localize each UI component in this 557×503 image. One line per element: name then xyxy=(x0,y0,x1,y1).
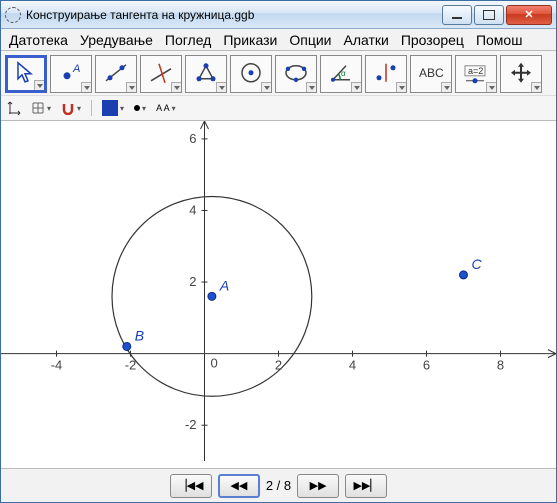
minimize-button[interactable] xyxy=(442,5,472,25)
graphics-view[interactable]: -4-22468-22460ABC xyxy=(1,121,556,468)
nav-last-button[interactable]: ▶▶▏ xyxy=(345,474,387,498)
svg-text:0: 0 xyxy=(211,356,218,371)
tool-circle-center[interactable] xyxy=(230,55,272,93)
menu-edit[interactable]: Уредување xyxy=(74,30,159,50)
magnet-icon xyxy=(61,101,75,115)
svg-text:α: α xyxy=(341,69,346,78)
axes-icon xyxy=(7,101,21,115)
menu-tools[interactable]: Алатки xyxy=(337,30,394,50)
svg-text:8: 8 xyxy=(497,358,504,373)
style-toolbar: ▾ ▾ ▾ ▾ A A ▾ xyxy=(1,95,556,121)
tool-move-view[interactable] xyxy=(500,55,542,93)
nav-prev-button[interactable]: ◀◀ xyxy=(218,474,260,498)
tool-move[interactable] xyxy=(5,55,47,93)
svg-text:6: 6 xyxy=(423,358,430,373)
tool-perpendicular[interactable] xyxy=(140,55,182,93)
svg-text:-4: -4 xyxy=(51,358,63,373)
axes-toggle[interactable] xyxy=(7,101,21,115)
svg-text:a=2: a=2 xyxy=(468,66,483,76)
color-picker[interactable]: ▾ xyxy=(102,100,124,116)
construction-nav: ▕◀◀ ◀◀ 2 / 8 ▶▶ ▶▶▏ xyxy=(1,468,556,502)
menubar: Датотека Уредување Поглед Прикази Опции … xyxy=(1,29,556,51)
window-title: Конструирање тангента на кружница.ggb xyxy=(26,8,442,22)
nav-next-button[interactable]: ▶▶ xyxy=(297,474,339,498)
tool-polygon[interactable] xyxy=(185,55,227,93)
tool-circle-3pts[interactable] xyxy=(275,55,317,93)
menu-view[interactable]: Поглед xyxy=(159,30,217,50)
main-toolbar: A α ABC xyxy=(1,51,556,95)
label-icon: A A xyxy=(156,103,170,113)
maximize-button[interactable] xyxy=(474,5,504,25)
svg-text:6: 6 xyxy=(189,131,196,146)
tool-angle[interactable]: α xyxy=(320,55,362,93)
svg-text:A: A xyxy=(219,277,229,293)
svg-text:A: A xyxy=(72,63,80,75)
svg-text:4: 4 xyxy=(349,358,356,373)
menu-perspectives[interactable]: Прикази xyxy=(217,30,283,50)
menu-help[interactable]: Помош xyxy=(470,30,529,50)
app-window: Конструирање тангента на кружница.ggb Да… xyxy=(0,0,557,503)
svg-text:2: 2 xyxy=(189,274,196,289)
svg-text:ABC: ABC xyxy=(419,66,444,80)
nav-first-button[interactable]: ▕◀◀ xyxy=(170,474,212,498)
grid-icon xyxy=(31,101,45,115)
close-button[interactable] xyxy=(506,5,552,25)
svg-text:4: 4 xyxy=(189,202,196,217)
svg-text:B: B xyxy=(135,327,144,343)
capture-toggle[interactable]: ▾ xyxy=(61,101,81,115)
dot-icon xyxy=(134,105,140,111)
menu-file[interactable]: Датотека xyxy=(3,30,74,50)
tool-text[interactable]: ABC xyxy=(410,55,452,93)
color-swatch xyxy=(102,100,118,116)
menu-options[interactable]: Опции xyxy=(283,30,337,50)
tool-reflect[interactable] xyxy=(365,55,407,93)
titlebar: Конструирање тангента на кружница.ggb xyxy=(1,1,556,29)
tool-line[interactable] xyxy=(95,55,137,93)
nav-step-label: 2 / 8 xyxy=(266,478,291,493)
app-icon xyxy=(5,7,21,23)
tool-slider[interactable]: a=2 xyxy=(455,55,497,93)
window-buttons xyxy=(442,5,552,25)
svg-text:-2: -2 xyxy=(185,417,197,432)
grid-toggle[interactable]: ▾ xyxy=(31,101,51,115)
move-view-icon xyxy=(509,61,533,85)
point-style[interactable]: ▾ xyxy=(134,104,146,113)
label-style[interactable]: A A ▾ xyxy=(156,103,176,113)
menu-window[interactable]: Прозорец xyxy=(395,30,470,50)
svg-text:C: C xyxy=(472,256,483,272)
tool-point[interactable]: A xyxy=(50,55,92,93)
coordinate-plane: -4-22468-22460ABC xyxy=(1,121,556,461)
